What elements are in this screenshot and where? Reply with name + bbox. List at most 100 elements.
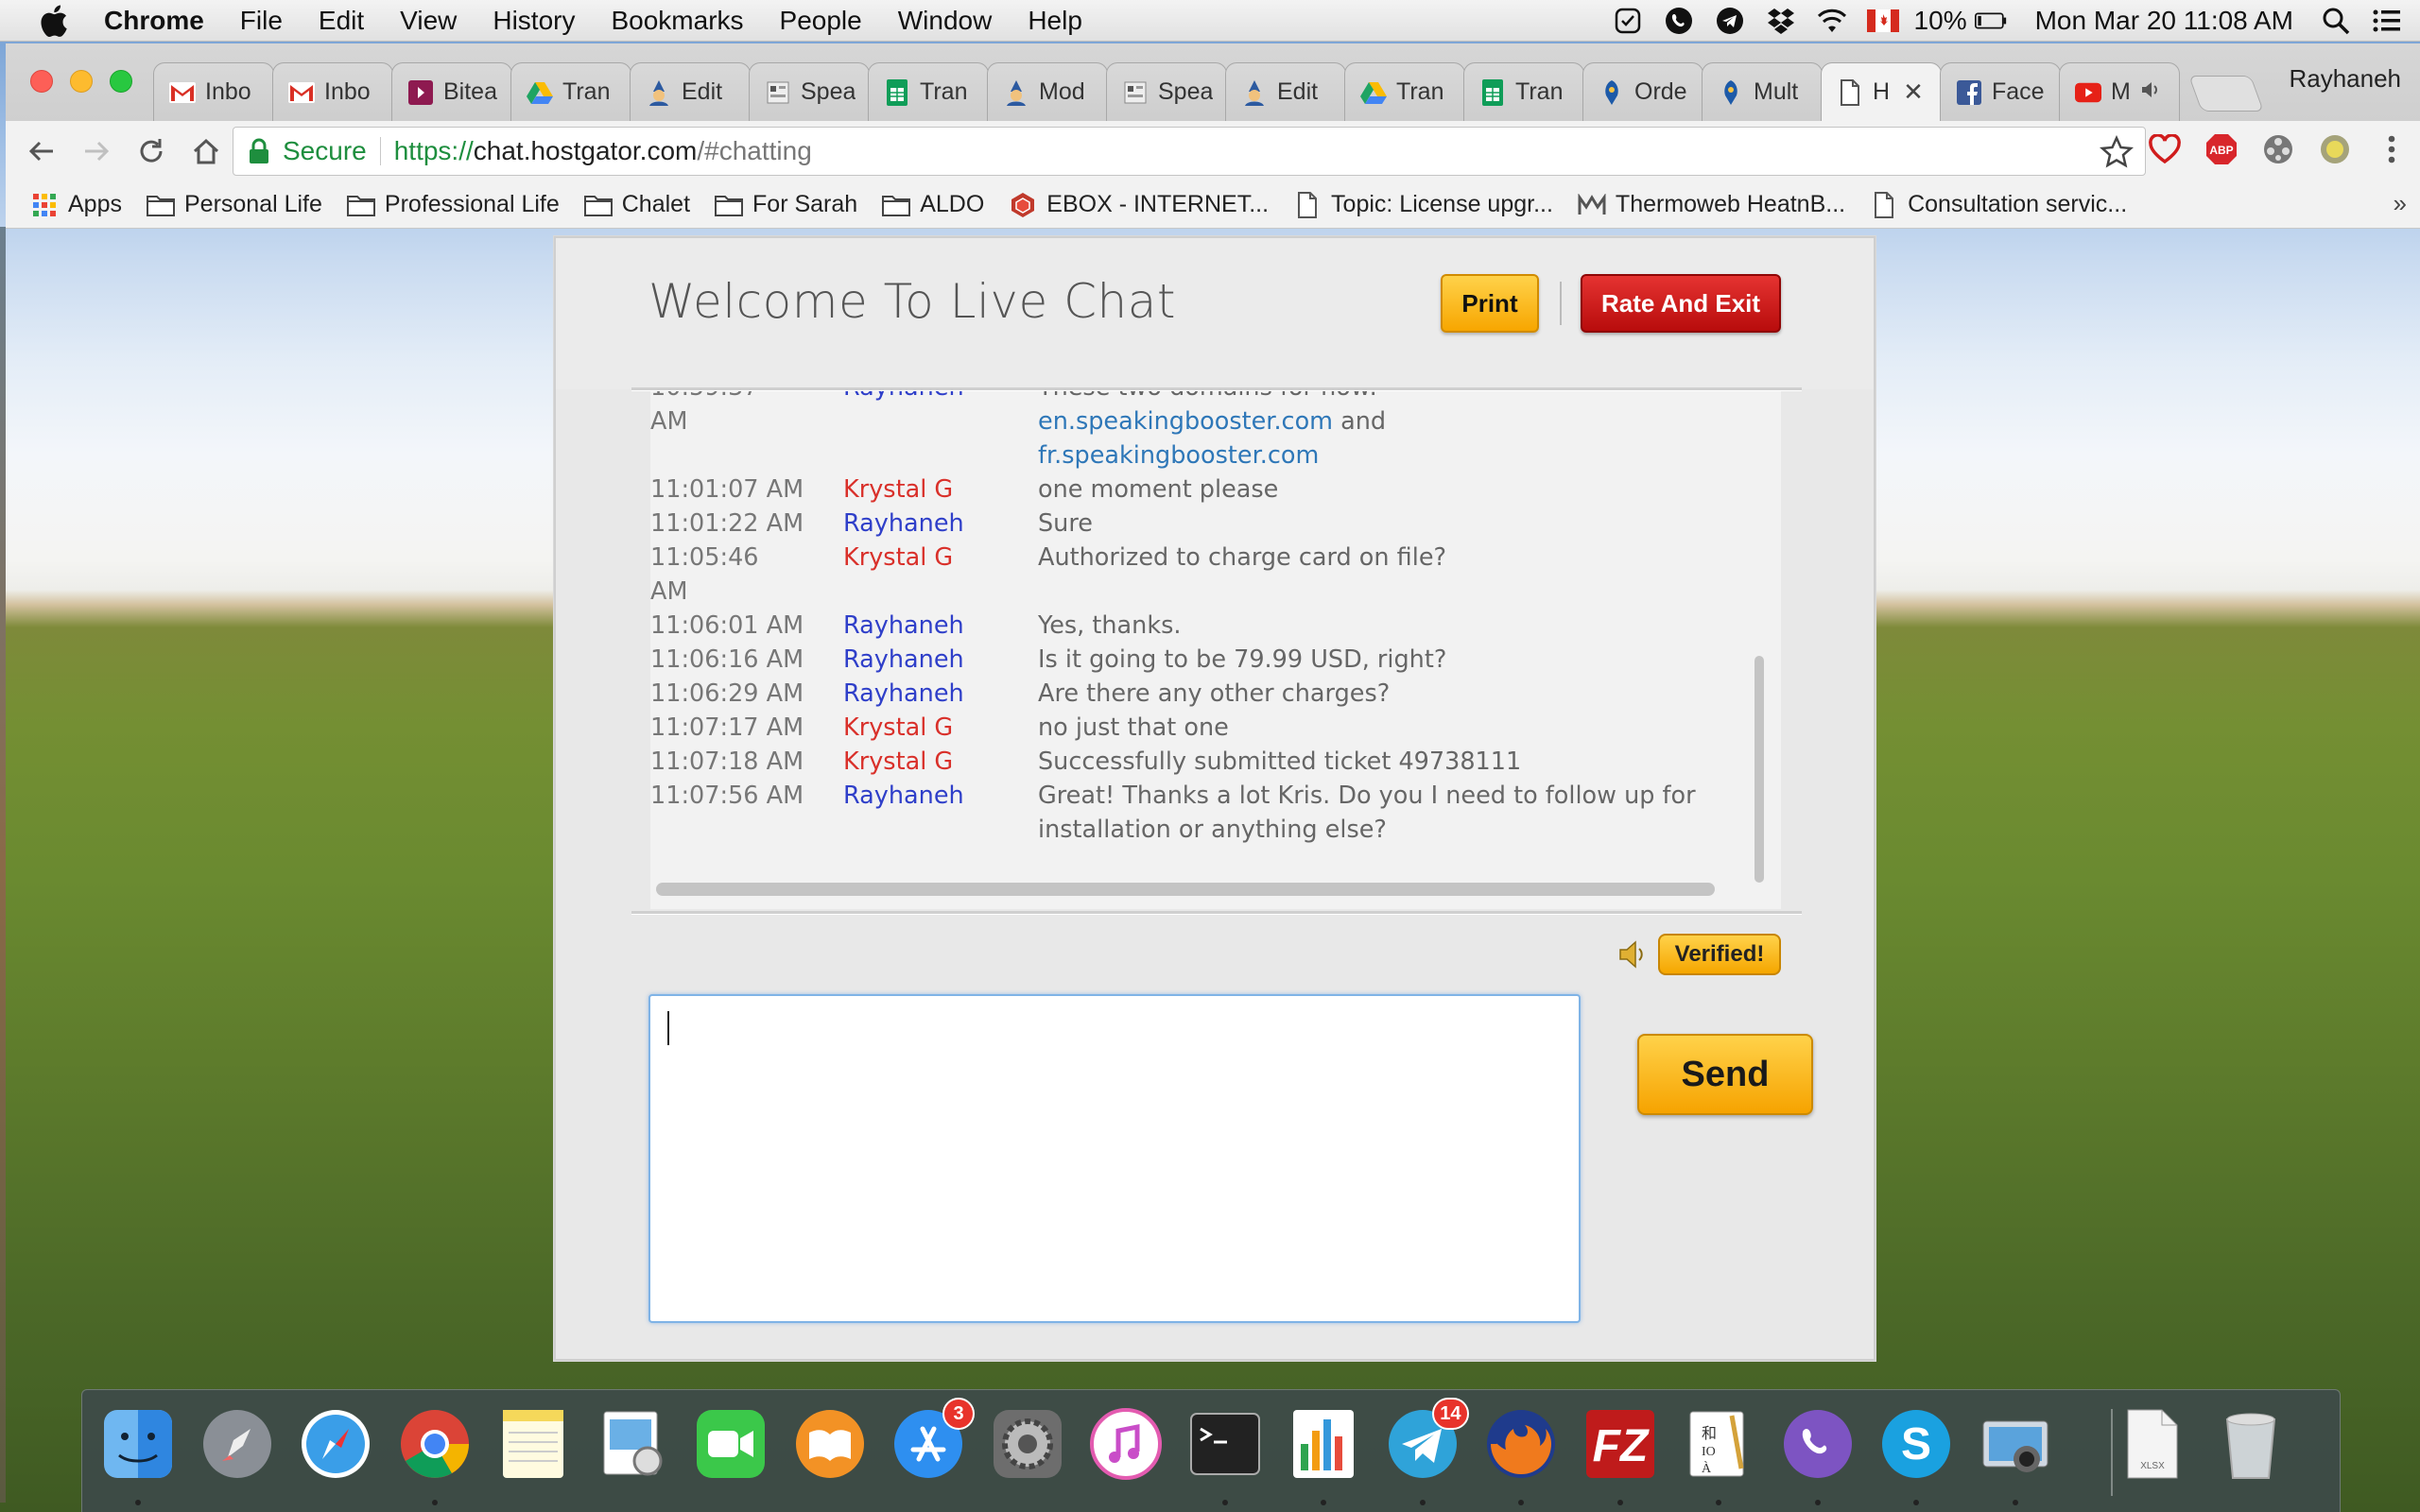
bookmarks-overflow-chevron-icon[interactable]: »	[2394, 189, 2407, 218]
app-store-icon[interactable]: 3	[888, 1398, 975, 1485]
menu-app-name[interactable]: Chrome	[104, 6, 204, 36]
bookmark-2[interactable]: Professional Life	[346, 191, 560, 218]
viber-status-icon[interactable]	[1663, 5, 1695, 37]
checkbox-status-icon[interactable]	[1612, 5, 1644, 37]
bookmark-4[interactable]: For Sarah	[715, 191, 857, 218]
spotlight-search-icon[interactable]	[2320, 5, 2352, 37]
transcript-vertical-scrollbar[interactable]	[1754, 656, 1764, 883]
menu-people[interactable]: People	[780, 6, 862, 36]
browser-tab-16[interactable]: M	[2059, 62, 2180, 121]
menu-window[interactable]: Window	[898, 6, 993, 36]
reload-button[interactable]	[132, 132, 170, 170]
dock-running-indicator	[135, 1500, 141, 1505]
filezilla-icon[interactable]: FZ	[1580, 1403, 1661, 1485]
coin-extension-icon[interactable]	[2316, 130, 2354, 168]
new-tab-button[interactable]	[2188, 76, 2264, 112]
chat-transcript[interactable]: 10:59:37 AM Rayhaneh These two domains for…	[650, 391, 1781, 909]
facetime-icon[interactable]	[690, 1403, 771, 1485]
adblock-plus-icon[interactable]: ABP	[2203, 130, 2240, 168]
telegram-status-icon[interactable]	[1714, 5, 1746, 37]
back-button[interactable]	[23, 132, 60, 170]
transcript-horizontal-scrollbar[interactable]	[656, 883, 1715, 896]
notification-center-icon[interactable]	[2371, 5, 2403, 37]
firefox-icon[interactable]	[1480, 1403, 1562, 1485]
forward-button[interactable]	[78, 132, 115, 170]
bookmark-3[interactable]: Chalet	[583, 191, 690, 218]
browser-tab-15[interactable]: Face	[1940, 62, 2061, 121]
send-button[interactable]: Send	[1637, 1034, 1813, 1115]
domain-link[interactable]: en.speakingbooster.com	[1038, 407, 1333, 436]
telegram-icon[interactable]: 14	[1382, 1398, 1469, 1485]
menu-history[interactable]: History	[493, 6, 575, 36]
bookmark-9[interactable]: Consultation servic...	[1870, 191, 2127, 218]
rate-and-exit-button[interactable]: Rate And Exit	[1581, 274, 1781, 333]
notes-icon[interactable]	[493, 1403, 574, 1485]
browser-tab-8[interactable]: Spea	[1106, 62, 1227, 121]
bookmark-0[interactable]: Apps	[30, 191, 122, 218]
finder-icon[interactable]	[97, 1403, 179, 1485]
browser-tab-11[interactable]: Tran	[1463, 62, 1584, 121]
home-button[interactable]	[187, 132, 225, 170]
skype-icon[interactable]: S	[1876, 1403, 1957, 1485]
dropbox-status-icon[interactable]	[1765, 5, 1797, 37]
canada-flag-icon[interactable]	[1866, 5, 1899, 37]
trash-icon[interactable]	[2210, 1403, 2291, 1485]
bookmark-8[interactable]: Thermoweb HeatnB...	[1578, 191, 1845, 218]
battery-icon[interactable]	[1974, 5, 2007, 37]
browser-tab-13[interactable]: Mult	[1702, 62, 1823, 121]
zoom-window-button[interactable]	[110, 70, 132, 93]
image-capture-icon[interactable]	[1975, 1403, 2056, 1485]
menu-edit[interactable]: Edit	[319, 6, 364, 36]
browser-tab-6[interactable]: Tran	[868, 62, 989, 121]
browser-tab-10[interactable]: Tran	[1344, 62, 1465, 121]
browser-tab-9[interactable]: Edit	[1225, 62, 1346, 121]
chrome-menu-icon[interactable]	[2373, 130, 2411, 168]
verified-badge[interactable]: Verified!	[1658, 934, 1781, 975]
browser-tab-12[interactable]: Orde	[1582, 62, 1703, 121]
bookmark-6[interactable]: EBOX - INTERNET...	[1009, 191, 1269, 218]
domain-link[interactable]: fr.speakingbooster.com	[1038, 441, 1319, 470]
menu-bookmarks[interactable]: Bookmarks	[611, 6, 743, 36]
safari-icon[interactable]	[295, 1403, 376, 1485]
wifi-status-icon[interactable]	[1816, 5, 1848, 37]
menu-view[interactable]: View	[400, 6, 457, 36]
bookmark-star-icon[interactable]	[2100, 135, 2134, 169]
browser-tab-2[interactable]: Bitea	[391, 62, 512, 121]
menu-help[interactable]: Help	[1028, 6, 1082, 36]
viber-icon[interactable]	[1777, 1403, 1858, 1485]
browser-tab-14[interactable]: H ✕	[1821, 62, 1942, 121]
browser-tab-1[interactable]: Inbo	[272, 62, 393, 121]
terminal-icon[interactable]	[1184, 1403, 1266, 1485]
bookmark-7[interactable]: Topic: License upgr...	[1293, 191, 1553, 218]
preview-icon[interactable]	[592, 1403, 673, 1485]
browser-tab-3[interactable]: Tran	[510, 62, 631, 121]
tab-audio-icon[interactable]	[2140, 78, 2161, 106]
itunes-icon[interactable]	[1085, 1403, 1167, 1485]
chat-message-input[interactable]	[648, 994, 1581, 1323]
bookmark-1[interactable]: Personal Life	[146, 191, 322, 218]
print-button[interactable]: Print	[1441, 274, 1539, 333]
dictionary-icon[interactable]: 和 IO À	[1678, 1403, 1759, 1485]
close-window-button[interactable]	[30, 70, 53, 93]
browser-tab-0[interactable]: Inbo	[153, 62, 274, 121]
address-bar[interactable]: Secure https://chat.hostgator.com/#chatt…	[233, 127, 2146, 176]
minimize-window-button[interactable]	[70, 70, 93, 93]
browser-tab-5[interactable]: Spea	[749, 62, 870, 121]
numbers-icon[interactable]	[1283, 1403, 1364, 1485]
chrome-icon[interactable]	[394, 1403, 475, 1485]
heart-extension-icon[interactable]	[2146, 130, 2184, 168]
browser-tab-7[interactable]: Mod	[987, 62, 1108, 121]
xlsx-file-icon[interactable]: XLSX	[2111, 1403, 2192, 1485]
video-extension-icon[interactable]	[2259, 130, 2297, 168]
browser-tab-4[interactable]: Edit	[630, 62, 751, 121]
profile-name[interactable]: Rayhaneh	[2289, 64, 2401, 94]
system-preferences-icon[interactable]	[987, 1403, 1068, 1485]
sound-toggle-icon[interactable]	[1616, 937, 1651, 971]
clock[interactable]: Mon Mar 20 11:08 AM	[2035, 6, 2293, 36]
apple-menu-icon[interactable]	[38, 5, 70, 37]
close-tab-icon[interactable]: ✕	[1903, 77, 1924, 107]
launchpad-icon[interactable]	[197, 1403, 278, 1485]
bookmark-5[interactable]: ALDO	[882, 191, 984, 218]
menu-file[interactable]: File	[240, 6, 283, 36]
ibooks-icon[interactable]	[789, 1403, 871, 1485]
